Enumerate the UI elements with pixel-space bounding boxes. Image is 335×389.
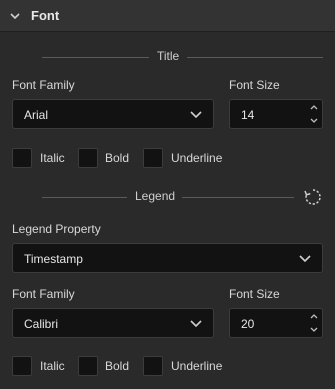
title-font-family-label: Font Family [12,78,75,92]
legend-italic-checkbox[interactable] [12,356,32,376]
legend-bold-checkbox[interactable] [78,356,98,376]
section-title: Font [31,8,60,23]
legend-bold-label: Bold [105,359,130,373]
legend-font-size-spinner[interactable] [308,310,320,336]
title-bold-checkbox[interactable] [78,148,98,168]
title-bold-label: Bold [105,151,130,165]
title-font-size-label: Font Size [229,78,280,92]
title-font-size-spinner[interactable] [308,101,320,127]
chevron-down-icon[interactable] [8,9,22,23]
legend-font-family-value: Calibri [24,317,59,331]
separator-line-right [187,57,323,58]
title-separator: Title [0,49,335,65]
title-font-family-select[interactable]: Arial [12,99,214,129]
separator-line-left [42,197,127,198]
spin-down-icon[interactable] [308,114,320,127]
title-font-size-value: 14 [241,108,255,122]
spin-up-icon[interactable] [308,101,320,114]
title-italic-checkbox[interactable] [12,148,32,168]
title-font-family-value: Arial [24,108,49,122]
legend-font-size-label: Font Size [229,287,280,301]
chevron-down-icon [190,111,202,119]
refresh-icon[interactable] [303,187,323,207]
spin-down-icon[interactable] [308,323,320,336]
legend-font-family-select[interactable]: Calibri [12,308,214,338]
legend-italic-label: Italic [40,359,65,373]
separator-line-left [42,57,149,58]
legend-property-label: Legend Property [12,222,101,236]
chevron-down-icon [190,320,202,328]
title-underline-label: Underline [171,151,223,165]
legend-separator: Legend [0,189,335,205]
title-heading: Title [157,49,180,63]
font-section-header[interactable]: Font [0,0,335,32]
title-italic-label: Italic [40,151,65,165]
legend-underline-checkbox[interactable] [143,356,163,376]
chevron-down-icon [299,255,311,263]
legend-property-value: Timestamp [24,252,83,266]
legend-font-family-label: Font Family [12,287,75,301]
legend-font-size-value: 20 [241,317,255,331]
legend-heading: Legend [135,189,176,203]
legend-underline-label: Underline [171,359,223,373]
legend-property-select[interactable]: Timestamp [12,243,323,273]
separator-line-right [182,197,294,198]
spin-up-icon[interactable] [308,310,320,323]
title-font-size-input[interactable]: 14 [229,99,323,129]
legend-font-size-input[interactable]: 20 [229,308,323,338]
title-underline-checkbox[interactable] [143,148,163,168]
